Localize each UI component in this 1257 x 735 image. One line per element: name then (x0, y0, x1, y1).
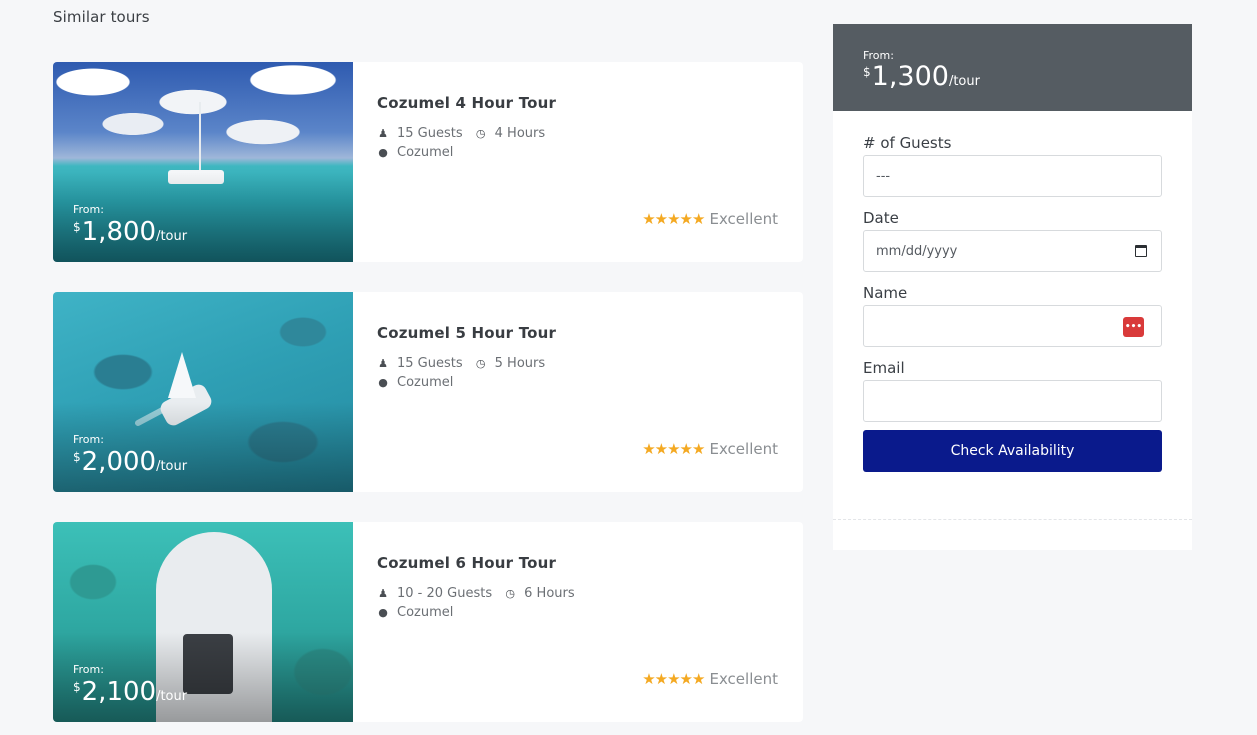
star-icon: ★★★★★ (642, 440, 705, 458)
sailboat-mast (199, 102, 201, 172)
per-tour-label: /tour (156, 689, 188, 704)
guests-label: # of Guests (863, 134, 952, 152)
tour-price-block: From: $ 2,100 /tour (73, 663, 187, 706)
tour-guests: 15 Guests (397, 126, 463, 141)
date-input[interactable]: mm/dd/yyyy (863, 230, 1162, 272)
date-input-placeholder: mm/dd/yyyy (876, 243, 958, 259)
currency-symbol: $ (73, 450, 81, 464)
from-label: From: (73, 203, 104, 216)
globe-icon: ● (378, 376, 388, 389)
tour-card[interactable]: From: $ 1,800 /tour Cozumel 4 Hour Tour … (53, 62, 803, 262)
tour-duration: 5 Hours (494, 356, 546, 371)
similar-tours-list: From: $ 1,800 /tour Cozumel 4 Hour Tour … (53, 62, 803, 735)
booking-form: # of Guests --- Date mm/dd/yyyy Name •••… (833, 111, 1192, 472)
tour-card[interactable]: From: $ 2,100 /tour Cozumel 6 Hour Tour … (53, 522, 803, 722)
tour-rating: ★★★★★ Excellent (642, 440, 778, 458)
star-icon: ★★★★★ (642, 210, 705, 228)
tour-guests: 10 - 20 Guests (397, 586, 493, 601)
per-tour-label: /tour (156, 459, 188, 474)
user-icon: ♟ (378, 127, 388, 140)
tour-price: 1,800 (81, 217, 157, 247)
booking-panel: From: $ 1,300 /tour # of Guests --- Date… (833, 24, 1192, 550)
tour-info: Cozumel 4 Hour Tour ♟ 15 Guests ◷ 4 Hour… (353, 62, 803, 262)
rating-label: Excellent (709, 210, 778, 228)
clock-icon: ◷ (505, 587, 515, 600)
user-icon: ♟ (378, 357, 388, 370)
tour-location: Cozumel (397, 375, 454, 390)
calendar-icon[interactable] (1135, 245, 1147, 257)
tour-price: 2,000 (81, 447, 157, 477)
globe-icon: ● (378, 606, 388, 619)
name-input[interactable]: ••• (863, 305, 1162, 347)
tour-location: Cozumel (397, 145, 454, 160)
tour-price-block: From: $ 1,800 /tour (73, 203, 187, 246)
tour-location: Cozumel (397, 605, 454, 620)
tour-rating: ★★★★★ Excellent (642, 210, 778, 228)
section-title: Similar tours (53, 8, 150, 26)
from-label: From: (73, 663, 104, 676)
date-label: Date (863, 209, 899, 227)
tour-meta-location: ● Cozumel (377, 145, 779, 160)
clock-icon: ◷ (475, 127, 486, 140)
check-availability-button[interactable]: Check Availability (863, 430, 1162, 472)
tour-meta-guests-duration: ♟ 10 - 20 Guests ◷ 6 Hours (377, 586, 779, 601)
rating-label: Excellent (709, 440, 778, 458)
sail (168, 352, 196, 398)
tour-price-block: From: $ 2,000 /tour (73, 433, 187, 476)
tour-duration: 6 Hours (524, 586, 575, 601)
tour-info: Cozumel 6 Hour Tour ♟ 10 - 20 Guests ◷ 6… (353, 522, 803, 722)
tour-price: 2,100 (81, 677, 157, 707)
tour-guests: 15 Guests (397, 356, 463, 371)
tour-card[interactable]: From: $ 2,000 /tour Cozumel 5 Hour Tour … (53, 292, 803, 492)
tour-image[interactable]: From: $ 1,800 /tour (53, 62, 353, 262)
per-tour-label: /tour (156, 229, 188, 244)
tour-rating: ★★★★★ Excellent (642, 670, 778, 688)
per-tour-label: /tour (948, 74, 980, 89)
tour-image[interactable]: From: $ 2,100 /tour (53, 522, 353, 722)
currency-symbol: $ (73, 220, 81, 234)
tour-meta-location: ● Cozumel (377, 605, 779, 620)
guests-select-value: --- (876, 168, 891, 184)
booking-price: 1,300 (871, 61, 949, 92)
user-icon: ♟ (378, 587, 388, 600)
guests-select[interactable]: --- (863, 155, 1162, 197)
password-manager-icon[interactable]: ••• (1123, 317, 1144, 337)
tour-meta-location: ● Cozumel (377, 375, 779, 390)
tour-duration: 4 Hours (494, 126, 546, 141)
globe-icon: ● (378, 146, 388, 159)
name-label: Name (863, 284, 908, 302)
star-icon: ★★★★★ (642, 670, 705, 688)
divider (833, 519, 1192, 520)
tour-meta-guests-duration: ♟ 15 Guests ◷ 4 Hours (377, 126, 779, 141)
clock-icon: ◷ (475, 357, 486, 370)
tour-image[interactable]: From: $ 2,000 /tour (53, 292, 353, 492)
tour-title[interactable]: Cozumel 5 Hour Tour (377, 324, 779, 342)
tour-title[interactable]: Cozumel 4 Hour Tour (377, 94, 779, 112)
email-input[interactable] (863, 380, 1162, 422)
booking-price-header: From: $ 1,300 /tour (833, 24, 1192, 111)
tour-title[interactable]: Cozumel 6 Hour Tour (377, 554, 779, 572)
tour-meta-guests-duration: ♟ 15 Guests ◷ 5 Hours (377, 356, 779, 371)
tour-info: Cozumel 5 Hour Tour ♟ 15 Guests ◷ 5 Hour… (353, 292, 803, 492)
email-label: Email (863, 359, 905, 377)
from-label: From: (73, 433, 104, 446)
currency-symbol: $ (863, 65, 871, 79)
currency-symbol: $ (73, 680, 81, 694)
rating-label: Excellent (709, 670, 778, 688)
